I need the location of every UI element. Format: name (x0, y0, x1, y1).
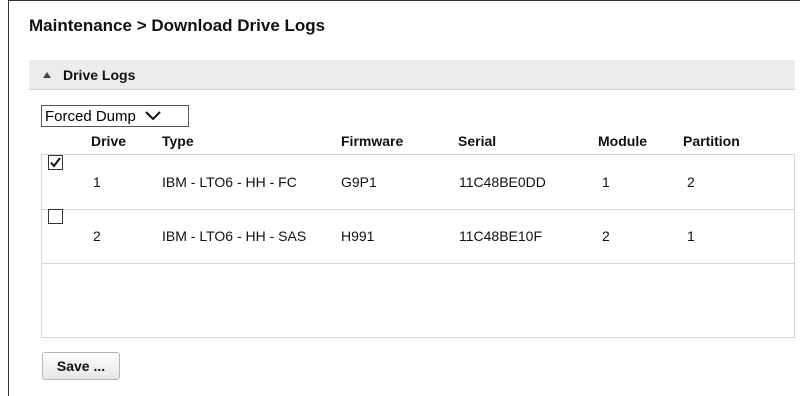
row-checkbox[interactable] (48, 155, 63, 170)
section-title: Drive Logs (63, 66, 136, 83)
column-header-serial[interactable]: Serial (458, 128, 496, 154)
save-button[interactable]: Save ... (42, 352, 120, 380)
drive-table: 1 IBM - LTO6 - HH - FC G9P1 11C48BE0DD 1… (41, 154, 795, 338)
table-header: Drive Type Firmware Serial Module Partit… (41, 128, 795, 154)
page-title: Maintenance > Download Drive Logs (29, 16, 326, 35)
cell-module: 2 (602, 228, 610, 244)
column-header-firmware[interactable]: Firmware (341, 128, 403, 154)
cell-serial: 11C48BE10F (459, 228, 543, 244)
cell-type: IBM - LTO6 - HH - SAS (162, 228, 307, 244)
column-header-drive[interactable]: Drive (91, 128, 126, 154)
cell-type: IBM - LTO6 - HH - FC (162, 174, 297, 190)
cell-serial: 11C48BE0DD (459, 174, 546, 190)
cell-partition: 2 (687, 174, 695, 190)
table-row[interactable]: 2 IBM - LTO6 - HH - SAS H991 11C48BE10F … (41, 209, 795, 264)
cell-partition: 1 (687, 228, 695, 244)
cell-drive: 1 (93, 174, 101, 190)
column-header-type[interactable]: Type (162, 128, 194, 154)
checkmark-icon (50, 157, 61, 168)
cell-firmware: H991 (341, 228, 375, 244)
collapse-triangle-icon[interactable] (43, 72, 51, 78)
table-row[interactable]: 1 IBM - LTO6 - HH - FC G9P1 11C48BE0DD 1… (41, 155, 795, 210)
chevron-down-icon (145, 111, 161, 121)
section-header-drive-logs[interactable]: Drive Logs (29, 60, 795, 90)
cell-module: 1 (602, 174, 610, 190)
dump-type-select[interactable]: Forced Dump (41, 105, 189, 127)
cell-drive: 2 (93, 228, 101, 244)
column-header-module[interactable]: Module (598, 128, 647, 154)
column-header-partition[interactable]: Partition (683, 128, 740, 154)
cell-firmware: G9P1 (341, 174, 377, 190)
dump-type-value: Forced Dump (45, 107, 136, 125)
row-checkbox[interactable] (48, 209, 63, 224)
